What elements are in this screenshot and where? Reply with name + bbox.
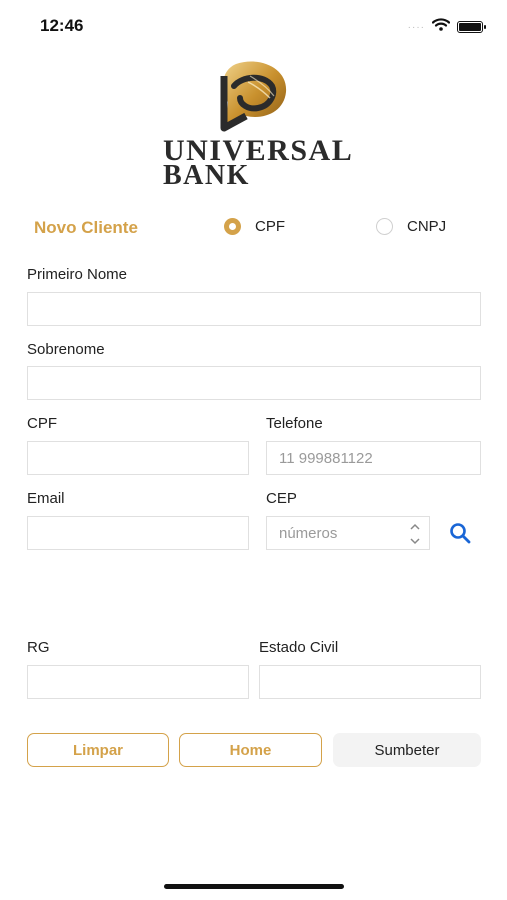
telefone-label: Telefone [266, 415, 323, 432]
battery-icon [457, 21, 486, 33]
cpf-input[interactable] [27, 441, 249, 475]
cpf-label: CPF [27, 415, 57, 432]
radio-unselected-icon[interactable] [376, 218, 393, 235]
sobrenome-input[interactable] [27, 366, 481, 400]
brand-name-line2: BANK [163, 160, 250, 191]
stepper-arrows-icon[interactable] [409, 522, 421, 546]
wifi-icon [431, 18, 451, 36]
radio-cnpj-label: CNPJ [407, 218, 447, 235]
cep-placeholder: números [279, 524, 338, 542]
home-indicator[interactable] [164, 884, 344, 889]
submeter-button[interactable]: Sumbeter [333, 733, 481, 767]
primeiro-nome-input[interactable] [27, 292, 481, 326]
radio-cpf[interactable]: CPF [224, 218, 285, 235]
cep-input[interactable]: números [266, 516, 430, 550]
form-title: Novo Cliente [34, 218, 138, 237]
rg-input[interactable] [27, 665, 249, 699]
estado-civil-label: Estado Civil [259, 639, 339, 656]
primeiro-nome-label: Primeiro Nome [27, 266, 128, 283]
sobrenome-label: Sobrenome [27, 341, 105, 358]
home-button[interactable]: Home [179, 733, 322, 767]
radio-cpf-label: CPF [255, 218, 285, 235]
email-input[interactable] [27, 516, 249, 550]
rg-label: RG [27, 639, 50, 656]
cep-label: CEP [266, 490, 297, 507]
logo-emblem-icon [220, 61, 287, 132]
search-icon[interactable] [448, 521, 472, 550]
limpar-button[interactable]: Limpar [27, 733, 169, 767]
estado-civil-input[interactable] [259, 665, 481, 699]
status-time: 12:46 [40, 16, 84, 35]
status-icons: ···· [407, 18, 486, 36]
signal-dots: ···· [407, 21, 425, 33]
radio-cnpj[interactable]: CNPJ [376, 218, 446, 235]
telefone-input[interactable]: 11 999881122 [266, 441, 481, 475]
email-label: Email [27, 490, 65, 507]
radio-selected-icon[interactable] [224, 218, 241, 235]
